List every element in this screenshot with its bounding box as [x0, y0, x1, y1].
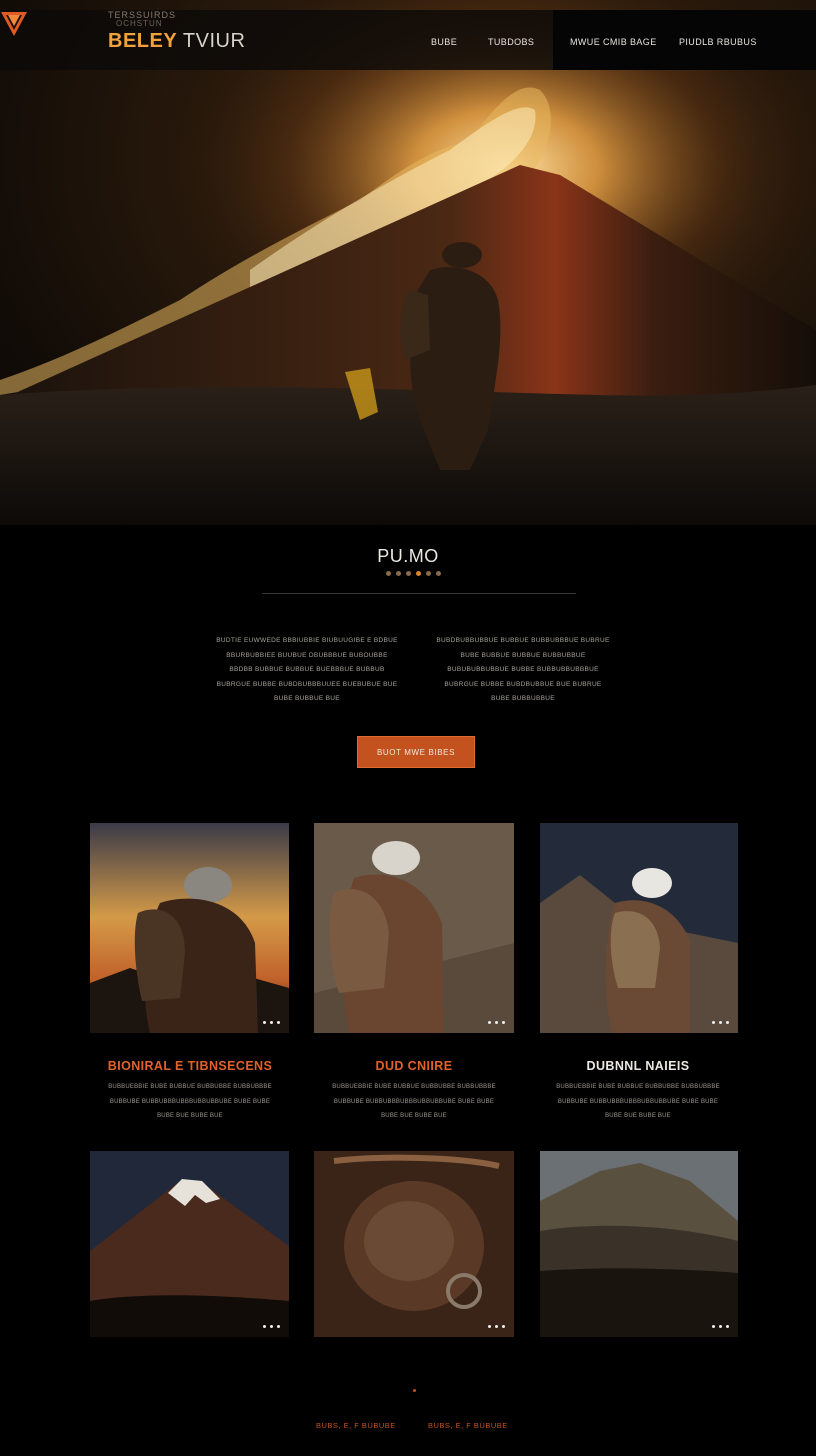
card-more-icon[interactable] [488, 1325, 505, 1328]
card-text-line: BUBE BUE BUBE BUE [157, 1113, 223, 1119]
cta-button[interactable]: BUOT MWE BIBES [357, 736, 475, 768]
photo-hiker-mountain [540, 823, 738, 1033]
brand-name-secondary: TVIUR [182, 30, 246, 52]
brand-subtagline: OCHSTUN [116, 19, 163, 28]
intro-left-line: BUBRGUE BUBBE BUBDBUBBBUUEE BUEBUBUE BUE [216, 680, 398, 688]
card-more-icon[interactable] [488, 1021, 505, 1024]
card-text-line: BUBBUEBBIE BUBE BUBBUE BUBBUBBE BUBBUBBB… [108, 1084, 272, 1090]
card-title-2[interactable]: DUD CNIIRE [314, 1059, 514, 1073]
card-title-1[interactable]: BIONIRAL E TIBNSECENS [90, 1059, 290, 1073]
brand-logo-icon[interactable] [0, 10, 28, 38]
nav-item-2[interactable]: TUBDOBS [488, 37, 534, 47]
gallery-card-gear-closeup[interactable] [314, 1151, 514, 1337]
card-text-line: BUBE BUE BUBE BUE [605, 1113, 671, 1119]
photo-hiker-sunset [90, 823, 289, 1033]
gallery-card-ridge-landscape[interactable] [540, 1151, 738, 1337]
intro-right-line: BUBUBUBBUBBUE BUBBE BUBBUBBUBBBUE [447, 666, 599, 673]
section-title: PU.MO [377, 546, 439, 566]
brand-name[interactable]: BELEY TVIUR [108, 30, 245, 53]
hero-image-volcano-hiker [0, 0, 816, 525]
intro-right-line: BUBE BUBBUBBUE [491, 695, 555, 702]
card-text-line: BUBBUBE BUBBUBBBUBBBUBBUBBUBE BUBE BUBE [109, 1098, 271, 1105]
card-text-line: BUBBUBE BUBBUBBBUBBBUBBUBBUBE BUBE BUBE [557, 1098, 719, 1105]
gallery-card-desert-hiker[interactable] [314, 823, 514, 1033]
hero-banner: TERSSUIRDS OCHSTUN BELEY TVIUR BUBE TUBD… [0, 0, 816, 525]
photo-snow-peak [90, 1151, 289, 1337]
intro-right-line: BUBRGUE BUBBE BUBDBUBBUE BUE BUBRUE [444, 680, 602, 688]
card-text-line: BUBBUEBBIE BUBE BUBBUE BUBBUBBE BUBBUBBB… [556, 1084, 720, 1090]
card-more-icon[interactable] [712, 1021, 729, 1024]
intro-left-line: BUBE BUBBUE BUE [274, 695, 340, 702]
card-title-text: BIONIRAL E TIBNSECENS [107, 1059, 273, 1073]
card-text-line: BUBE BUE BUBE BUE [381, 1113, 447, 1119]
photo-ridge-landscape [540, 1151, 738, 1337]
card-text-2: BUBBUEBBIE BUBE BUBBUE BUBBUBBE BUBBUBBB… [314, 1080, 514, 1124]
top-navigation-bar: TERSSUIRDS OCHSTUN BELEY TVIUR BUBE TUBD… [0, 10, 816, 70]
card-text-1: BUBBUEBBIE BUBE BUBBUE BUBBUBBE BUBBUBBB… [90, 1080, 290, 1124]
brand-name-primary: BELEY [108, 30, 177, 52]
section-divider [262, 593, 576, 594]
card-title-text: DUD CNIIRE [375, 1059, 453, 1073]
card-more-icon[interactable] [263, 1325, 280, 1328]
photo-gear-closeup [314, 1151, 514, 1337]
card-title-text: DUBNNL NAIEIS [586, 1059, 690, 1073]
card-title-3[interactable]: DUBNNL NAIEIS [538, 1059, 738, 1073]
card-more-icon[interactable] [263, 1021, 280, 1024]
footer-link-1[interactable]: BUBS, E, F BUBUBE [316, 1421, 396, 1430]
nav-item-1[interactable]: BUBE [431, 37, 457, 47]
topbar-brand-area [0, 10, 553, 70]
photo-hiker-desert [314, 823, 514, 1033]
intro-right-line: BUBDBUBBUBBUE BUBBUE BUBBUBBBUE BUBRUE [436, 637, 610, 644]
gallery-card-snow-peak[interactable] [90, 1151, 289, 1337]
card-text-line: BUBBUBE BUBBUBBBUBBBUBBUBBUBE BUBE BUBE [333, 1098, 495, 1105]
intro-left-line: BBDBB BUBBUE BUBBUE BUEBBBUE BUBBUB [229, 666, 385, 673]
footer-link-2[interactable]: BUBS, E, F BUBUBE [428, 1421, 508, 1430]
card-text-line: BUBBUEBBIE BUBE BUBBUE BUBBUBBE BUBBUBBB… [332, 1084, 496, 1090]
gallery-card-mountain-hiker[interactable] [540, 823, 738, 1033]
intro-left-line: BBURBUBBIEE BUUBUE DBUBBBUE BUBOUBBE [226, 651, 388, 659]
nav-item-3[interactable]: MWUE CMIB BAGE [570, 37, 657, 47]
title-decoration-dots [386, 571, 441, 577]
intro-text-left: BUDTIE EUWWEDE BBBIUBBIE BIUBUUGIBE E BD… [214, 634, 400, 707]
nav-item-4[interactable]: PIUDLB RBUBUS [679, 37, 757, 47]
card-more-icon[interactable] [712, 1325, 729, 1328]
footer-decoration-dot [413, 1389, 416, 1392]
card-text-3: BUBBUEBBIE BUBE BUBBUE BUBBUBBE BUBBUBBB… [538, 1080, 738, 1124]
intro-right-line: BUBE BUBBUE BUBBUE BUBBUBBUE [460, 651, 586, 659]
intro-text-right: BUBDBUBBUBBUE BUBBUE BUBBUBBBUE BUBRUE B… [430, 634, 616, 707]
intro-left-line: BUDTIE EUWWEDE BBBIUBBIE BIUBUUGIBE E BD… [216, 637, 398, 644]
gallery-card-sunset-hiker[interactable] [90, 823, 289, 1033]
